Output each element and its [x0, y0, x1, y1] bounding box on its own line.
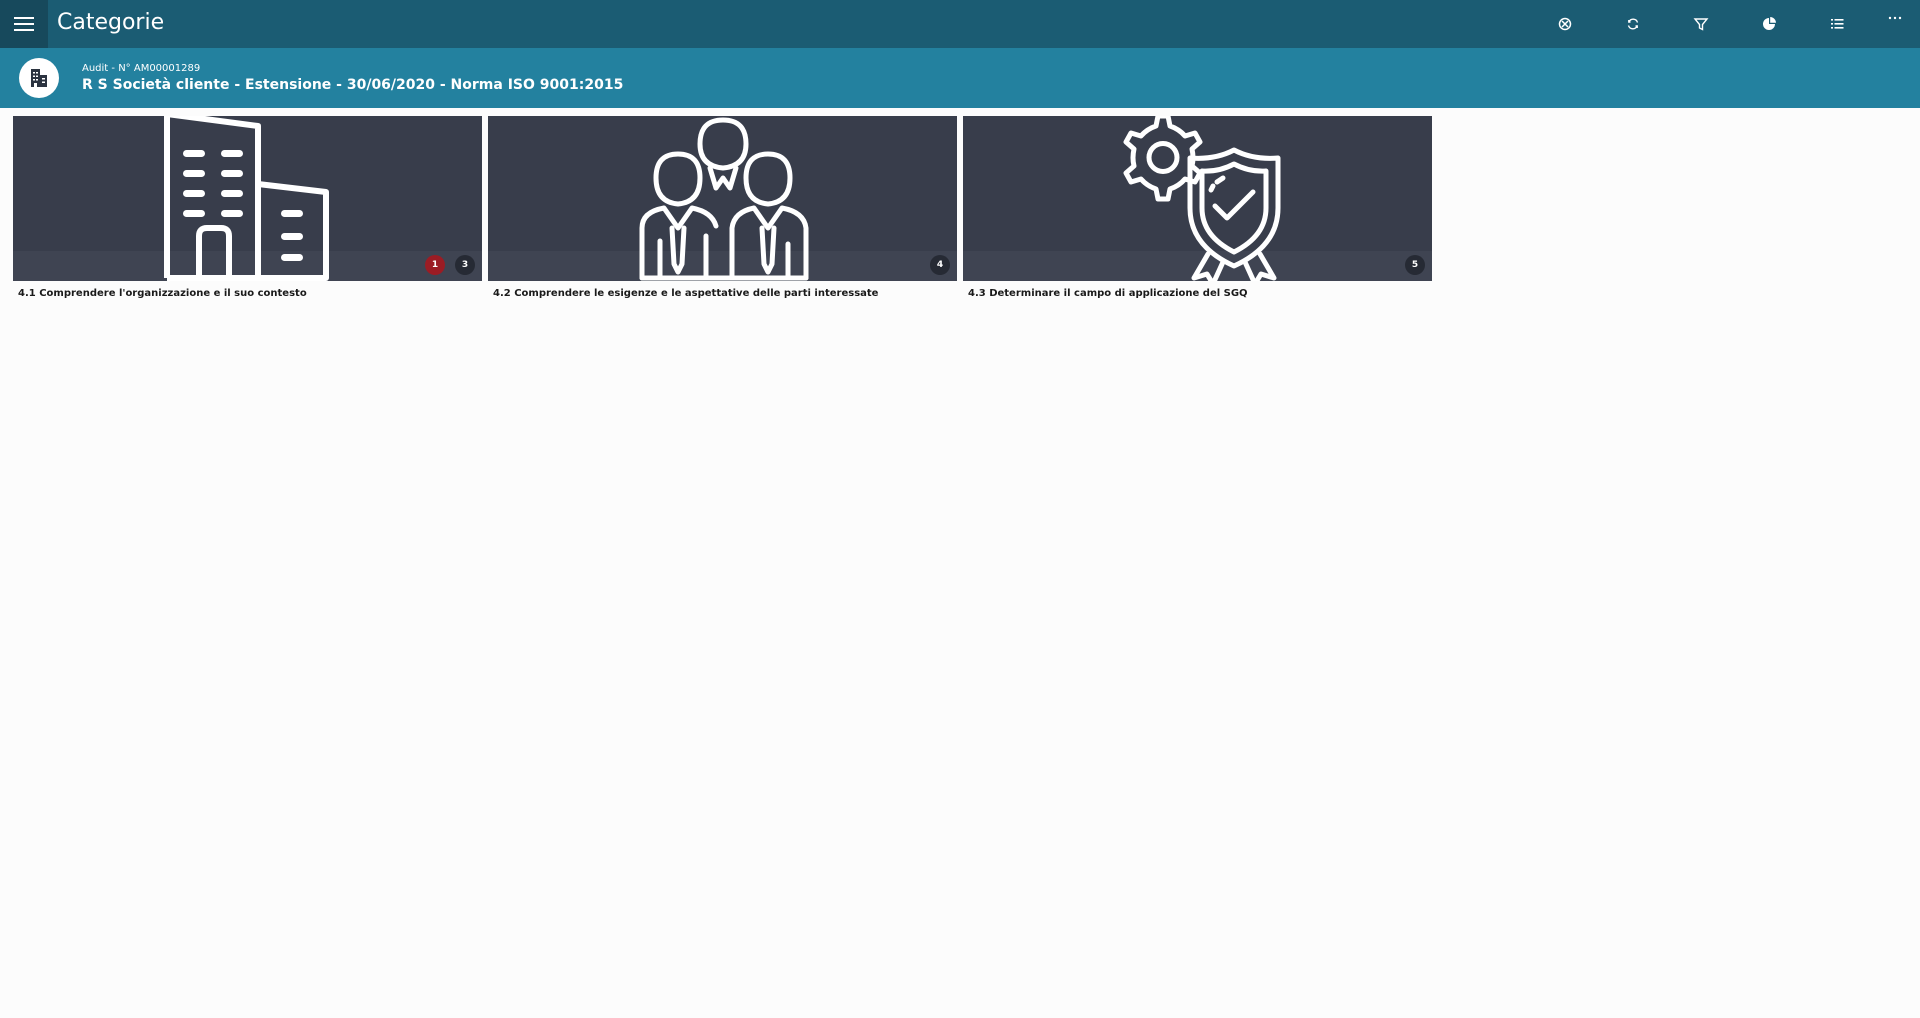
top-app-bar: Categorie: [0, 0, 1920, 48]
hamburger-menu-icon[interactable]: [0, 0, 48, 48]
more-icon[interactable]: [1883, 6, 1907, 30]
map-pin-icon[interactable]: [1553, 12, 1577, 36]
audit-number: Audit - N° AM00001289: [82, 63, 201, 74]
tile-footer-band: [488, 251, 957, 281]
building-icon: [19, 58, 59, 98]
audit-title: R S Società cliente - Estensione - 30/06…: [82, 77, 624, 93]
filter-icon[interactable]: [1689, 12, 1713, 36]
audit-header: Audit - N° AM00001289 R S Società client…: [0, 48, 1920, 108]
list-icon[interactable]: [1825, 12, 1849, 36]
category-tile-4-3[interactable]: 5: [963, 116, 1432, 281]
category-label[interactable]: 4.1 Comprendere l'organizzazione e il su…: [18, 288, 307, 299]
category-label[interactable]: 4.2 Comprendere le esigenze e le aspetta…: [493, 288, 878, 299]
category-tile-4-2[interactable]: 4: [488, 116, 957, 281]
count-badge: 5: [1405, 255, 1425, 275]
tile-footer-band: [963, 251, 1432, 281]
page-title: Categorie: [57, 10, 165, 35]
count-badge: 3: [455, 255, 475, 275]
category-tile-4-1[interactable]: 1 3: [13, 116, 482, 281]
sync-icon[interactable]: [1621, 12, 1645, 36]
category-label[interactable]: 4.3 Determinare il campo di applicazione…: [968, 288, 1248, 299]
tile-footer-band: [13, 251, 482, 281]
count-badge: 4: [930, 255, 950, 275]
open-issues-badge: 1: [425, 255, 445, 275]
pie-chart-icon[interactable]: [1757, 12, 1781, 36]
